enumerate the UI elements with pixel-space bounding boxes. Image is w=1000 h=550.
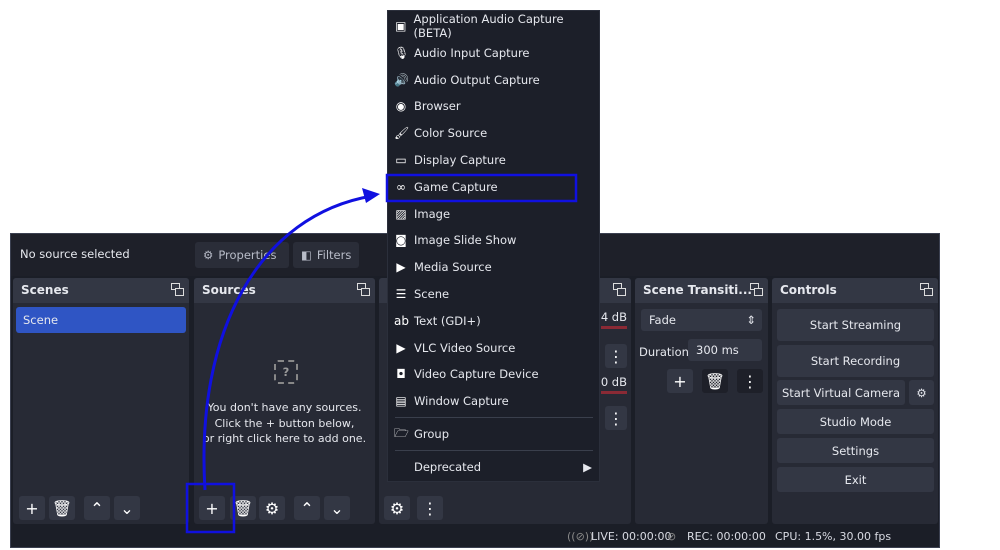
highlight-add-button	[185, 482, 236, 534]
arrow-head-icon	[362, 188, 380, 203]
annotation-overlay	[185, 173, 578, 534]
highlight-game-capture	[385, 173, 578, 203]
annotation-arrow	[202, 194, 373, 491]
